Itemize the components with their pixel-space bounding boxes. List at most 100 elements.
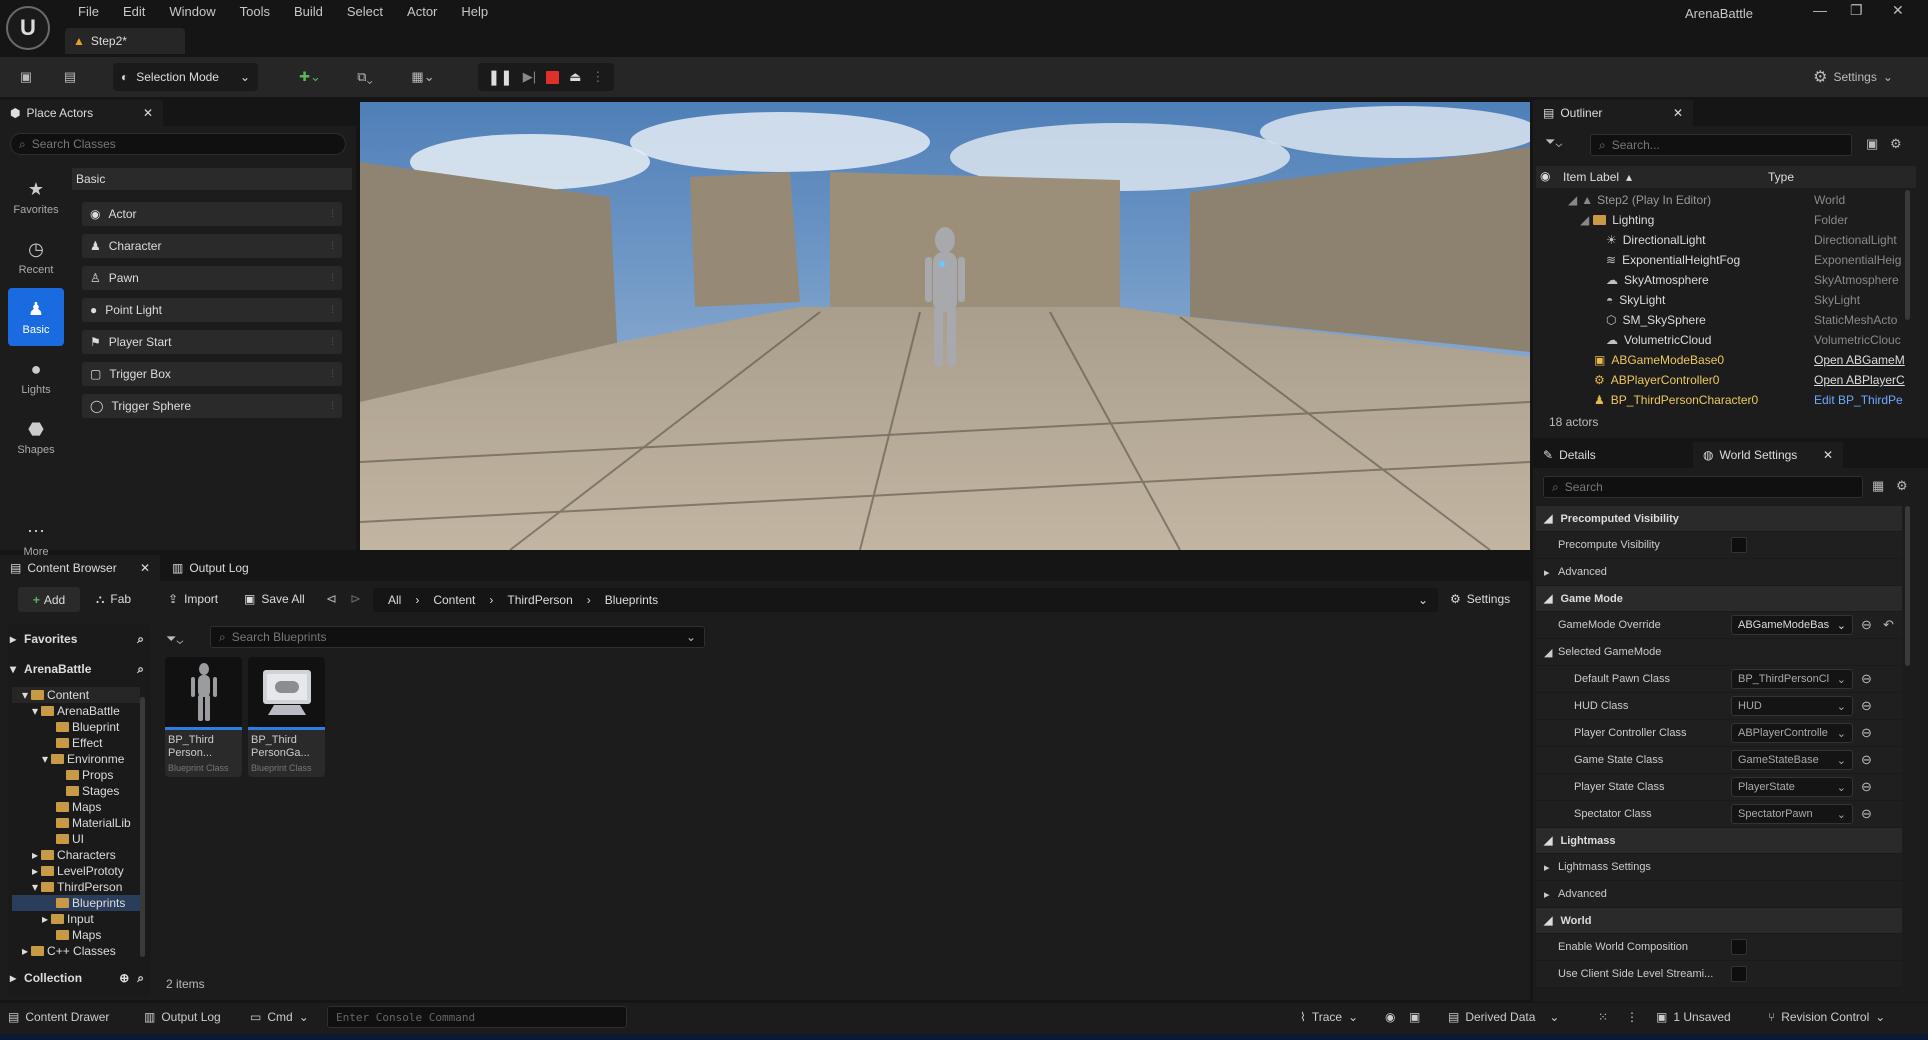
outliner-row[interactable]: ≋ ExponentialHeightFog ExponentialHeig (1536, 250, 1911, 270)
section-precomputed-visibility[interactable]: ◢ Precomputed Visibility (1536, 506, 1902, 532)
menu-select[interactable]: Select (335, 4, 395, 20)
tab-details[interactable]: ✎ Details (1533, 442, 1693, 468)
close-window-button[interactable]: ✕ (1892, 2, 1904, 19)
menu-edit[interactable]: Edit (111, 4, 157, 20)
folder-blueprint[interactable]: Blueprint (12, 719, 140, 735)
folder-maps[interactable]: Maps (12, 799, 140, 815)
actor-item[interactable]: ⚑ Player Start ⁞ (82, 330, 342, 354)
filter-icon[interactable]: ⏷⌄ (166, 631, 183, 647)
folder-blueprints-selected[interactable]: Blueprints (12, 895, 140, 911)
breadcrumb-content[interactable]: Content (433, 593, 475, 607)
forward-icon[interactable]: ⊳ (350, 591, 361, 607)
category-shapes[interactable]: ⬣ Shapes (8, 408, 64, 466)
stop-icon[interactable] (546, 70, 560, 84)
trace-dropdown[interactable]: ⌇ Trace ⌄ (1300, 1010, 1358, 1024)
outliner-row[interactable]: ⚙ ABPlayerController0 Open ABPlayerC (1536, 370, 1911, 390)
level-viewport[interactable] (360, 102, 1530, 550)
actor-item[interactable]: ♟ Character ⁞ (82, 234, 342, 258)
add-folder-icon[interactable]: ▣ (1866, 136, 1878, 152)
details-scrollbar[interactable] (1905, 506, 1910, 666)
browse-icon[interactable]: ⊖ (1861, 671, 1872, 687)
type-column[interactable]: Type (1768, 170, 1794, 184)
outliner-row[interactable]: ◢ Lighting Folder (1536, 210, 1911, 230)
save-icon[interactable]: ▣ (14, 63, 38, 91)
folder-environment[interactable]: ▾ Environme (12, 751, 140, 767)
world-composition-checkbox[interactable] (1731, 939, 1747, 955)
search-classes-input[interactable]: ⌕ Search Classes (10, 133, 346, 155)
breadcrumb-blueprints[interactable]: Blueprints (605, 593, 658, 607)
favorites-section[interactable]: ▸ Favorites ⌕ (10, 628, 148, 650)
pause-icon[interactable]: ❚❚ (488, 68, 513, 86)
folder-ui[interactable]: UI (12, 831, 140, 847)
cmd-dropdown[interactable]: ▭ Cmd ⌄ (250, 1010, 309, 1024)
project-section[interactable]: ▾ ArenaBattle ⌕ (10, 658, 148, 680)
edit-character-link[interactable]: Edit BP_ThirdPe (1814, 393, 1909, 407)
save-all-button[interactable]: ▣ Save All (244, 592, 305, 606)
more-options-icon[interactable]: ⋮ (591, 69, 604, 85)
player-state-dropdown[interactable]: PlayerState ⌄ (1731, 777, 1853, 797)
actor-item[interactable]: ▢ Trigger Box ⁞ (82, 362, 342, 386)
folder-arenabattle[interactable]: ▾ ArenaBattle (12, 703, 140, 719)
menu-help[interactable]: Help (449, 4, 500, 20)
folder-props[interactable]: Props (12, 767, 140, 783)
source-control-icon[interactable]: ⁙ (1598, 1010, 1608, 1024)
gear-icon[interactable]: ⚙ (1890, 136, 1902, 152)
add-collection-icon[interactable]: ⊕ (119, 971, 129, 985)
client-streaming-checkbox[interactable] (1731, 966, 1747, 982)
folder-characters[interactable]: ▸ Characters (12, 847, 140, 863)
sources-scrollbar[interactable] (140, 697, 145, 957)
open-controller-link[interactable]: Open ABPlayerC (1814, 373, 1909, 387)
section-game-mode[interactable]: ◢ Game Mode (1536, 586, 1902, 612)
folder-cpp-classes[interactable]: ▸ C++ Classes (12, 943, 140, 959)
level-tab[interactable]: ▲ Step2* (65, 28, 185, 54)
hud-class-dropdown[interactable]: HUD ⌄ (1731, 696, 1853, 716)
close-icon[interactable]: ✕ (143, 106, 153, 120)
outliner-row[interactable]: ◢ ▲ Step2 (Play In Editor) World (1536, 190, 1911, 210)
actor-item[interactable]: ◯ Trigger Sphere ⁞ (82, 394, 342, 418)
menu-tools[interactable]: Tools (228, 4, 282, 20)
gamemode-override-dropdown[interactable]: ABGameModeBas ⌄ (1731, 615, 1853, 635)
breadcrumb-thirdperson[interactable]: ThirdPerson (507, 593, 572, 607)
browse-icon[interactable]: ⊖ (1861, 779, 1872, 795)
browse-icon[interactable]: ⊖ (1861, 698, 1872, 714)
import-button[interactable]: ⇪ Import (168, 592, 218, 606)
outliner-search-input[interactable]: ⌕ Search... (1590, 134, 1852, 156)
outliner-row[interactable]: ♟ BP_ThirdPersonCharacter0 Edit BP_ThirdPe (1536, 390, 1911, 410)
browse-icon[interactable]: ▤ (58, 63, 82, 91)
game-state-dropdown[interactable]: GameStateBase ⌄ (1731, 750, 1853, 770)
grid-view-icon[interactable]: ▦ (1872, 478, 1884, 494)
section-lightmass[interactable]: ◢ Lightmass (1536, 828, 1902, 854)
fab-button[interactable]: ⛬ Fab (96, 592, 131, 607)
filter-icon[interactable]: ⏷⌄ (1545, 134, 1562, 150)
menu-build[interactable]: Build (282, 4, 335, 20)
maximize-button[interactable]: ❐ (1850, 2, 1863, 19)
category-basic[interactable]: ♟ Basic (8, 288, 64, 346)
unsaved-button[interactable]: ▣ 1 Unsaved (1656, 1010, 1731, 1024)
revision-control-dropdown[interactable]: ⑂ Revision Control ⌄ (1768, 1010, 1885, 1024)
prop-lightmass-settings[interactable]: ▸ Lightmass Settings (1536, 854, 1902, 881)
menu-window[interactable]: Window (157, 4, 227, 20)
outliner-row[interactable]: ☁ SkyAtmosphere SkyAtmosphere (1536, 270, 1911, 290)
menu-actor[interactable]: Actor (395, 4, 449, 20)
folder-thirdperson[interactable]: ▾ ThirdPerson (12, 879, 140, 895)
settings-button[interactable]: ⚙ Settings ⌄ (1808, 63, 1898, 91)
minimize-button[interactable]: — (1813, 2, 1827, 18)
details-search-input[interactable]: ⌕ Search (1543, 476, 1863, 498)
category-favorites[interactable]: ★ Favorites (8, 168, 64, 226)
tab-content-browser[interactable]: ▤ Content Browser ✕ (0, 555, 160, 581)
console-command-input[interactable]: Enter Console Command (327, 1006, 627, 1028)
actor-item[interactable]: ◉ Actor ⁞ (82, 202, 342, 226)
item-label-column[interactable]: Item Label (1563, 170, 1619, 184)
close-icon[interactable]: ✕ (1823, 448, 1833, 462)
tab-outliner[interactable]: ▤ Outliner ✕ (1533, 100, 1693, 126)
add-actor-icon[interactable]: ✚⌄ (290, 63, 330, 91)
section-world[interactable]: ◢ World (1536, 908, 1902, 934)
gear-icon[interactable]: ⚙ (1896, 478, 1908, 494)
category-lights[interactable]: ● Lights (8, 348, 64, 406)
step-icon[interactable]: ▶| (523, 69, 536, 85)
outliner-scrollbar[interactable] (1905, 190, 1910, 320)
eject-icon[interactable]: ⏏ (569, 69, 581, 85)
eye-icon[interactable]: ◉ (1540, 169, 1550, 183)
default-pawn-dropdown[interactable]: BP_ThirdPersonCl ⌄ (1731, 669, 1853, 689)
search-blueprints-input[interactable]: ⌕ Search Blueprints ⌄ (210, 626, 705, 648)
